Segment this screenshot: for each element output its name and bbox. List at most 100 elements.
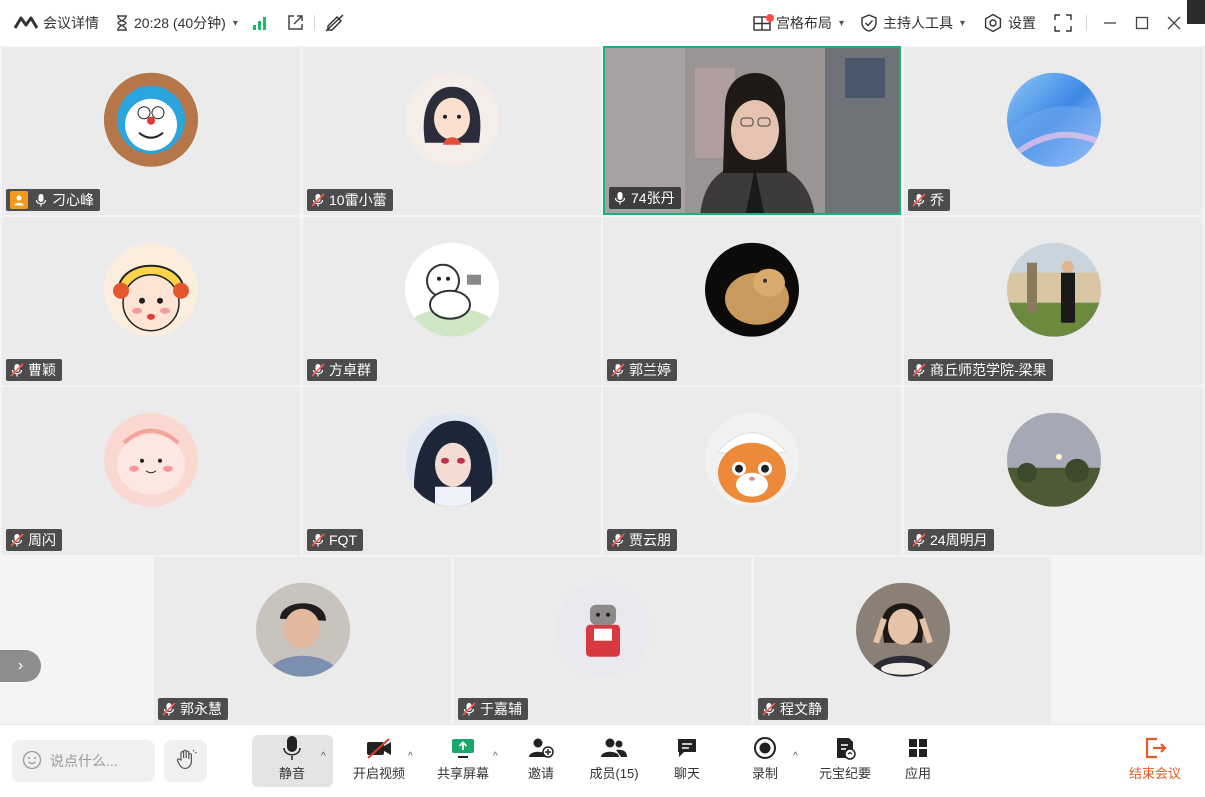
record-options-chevron-icon[interactable]: ^ <box>793 751 798 762</box>
avatar <box>104 412 198 507</box>
chat-quick-input[interactable]: 说点什么... <box>12 740 155 782</box>
meeting-minutes-button[interactable]: 元宝纪要 <box>816 733 874 789</box>
participant-tile[interactable]: FQT <box>303 387 601 555</box>
participant-tile[interactable]: 乔 <box>904 47 1203 215</box>
microphone-muted-icon <box>611 363 625 377</box>
participant-name: 74张丹 <box>631 190 675 206</box>
share-screen-icon <box>450 733 476 763</box>
popout-button[interactable] <box>286 0 304 46</box>
layout-button[interactable]: 宫格布局 ▾ <box>753 0 844 46</box>
start-video-button[interactable]: 开启视频 <box>350 733 408 789</box>
participant-tile[interactable]: 周闪 <box>2 387 300 555</box>
raise-hand-icon <box>175 748 197 775</box>
participant-tile[interactable]: 商丘师范学院-梁果 <box>904 217 1203 385</box>
apps-label: 应用 <box>904 766 931 781</box>
screen-annotation-button[interactable] <box>325 0 345 46</box>
microphone-muted-icon <box>10 533 24 547</box>
share-options-chevron-icon[interactable]: ^ <box>493 751 498 762</box>
minimize-button[interactable] <box>1103 0 1117 46</box>
settings-button[interactable]: 设置 <box>983 0 1036 46</box>
maximize-button[interactable] <box>1135 0 1149 46</box>
invite-button[interactable]: 邀请 <box>526 733 556 789</box>
participant-video-tile-active[interactable]: 74张丹 <box>603 46 901 215</box>
microphone-muted-icon <box>10 363 24 377</box>
ai-minutes-icon <box>833 733 857 763</box>
add-user-icon <box>528 733 554 763</box>
meeting-timer[interactable]: 20:28 (40分钟) ▾ <box>115 0 238 46</box>
participant-tile[interactable]: 24周明月 <box>904 387 1203 555</box>
participant-nametag: 曹颖 <box>6 359 62 381</box>
participant-name: 曹颖 <box>28 362 56 378</box>
participant-nametag: 74张丹 <box>609 187 681 209</box>
microphone-muted-icon <box>912 533 926 547</box>
meeting-details-label: 会议详情 <box>43 15 99 31</box>
participant-tile[interactable]: 郭兰婷 <box>603 217 901 385</box>
participant-tile[interactable]: 郭永慧 <box>154 557 451 724</box>
participant-tile[interactable]: 10雷小蕾 <box>303 47 601 215</box>
apps-grid-icon <box>907 733 929 763</box>
participant-tile[interactable]: 贾云朋 <box>603 387 901 555</box>
microphone-on-icon <box>34 193 48 207</box>
chevron-right-icon: › <box>17 657 24 674</box>
close-button[interactable] <box>1167 0 1181 46</box>
chevron-down-icon: ▾ <box>232 17 238 29</box>
chevron-down-icon: ▾ <box>838 17 844 29</box>
participant-name: 郭永慧 <box>180 701 222 717</box>
microphone-muted-icon <box>311 193 325 207</box>
record-button[interactable]: 录制 <box>750 733 780 789</box>
meeting-details-button[interactable]: 会议详情 <box>14 0 99 46</box>
avatar <box>405 412 499 507</box>
fullscreen-icon <box>1054 14 1072 32</box>
participant-tile[interactable]: 程文静 <box>754 557 1051 724</box>
audio-options-chevron-icon[interactable]: ^ <box>321 751 326 762</box>
participant-nametag: 程文静 <box>758 698 828 720</box>
microphone-muted-icon <box>311 363 325 377</box>
settings-label: 设置 <box>1008 15 1036 31</box>
participant-nametag: 刁心峰 <box>6 189 100 211</box>
expand-sidebar-button[interactable]: › <box>0 650 41 682</box>
participant-nametag: 10雷小蕾 <box>307 189 393 211</box>
mute-button[interactable]: 静音 <box>272 733 312 789</box>
record-icon <box>753 733 777 763</box>
meeting-minutes-label: 元宝纪要 <box>818 766 871 781</box>
members-icon <box>600 733 628 763</box>
video-options-chevron-icon[interactable]: ^ <box>408 751 413 762</box>
participant-nametag: 郭永慧 <box>158 698 228 720</box>
avatar <box>555 582 650 677</box>
video-off-icon <box>365 733 393 763</box>
microphone-muted-icon <box>311 533 325 547</box>
raise-hand-button[interactable] <box>164 740 207 782</box>
participant-nametag: 方卓群 <box>307 359 377 381</box>
microphone-muted-icon <box>912 193 926 207</box>
participant-name: 郭兰婷 <box>629 362 671 378</box>
participant-nametag: FQT <box>307 529 363 551</box>
external-link-icon <box>286 14 304 32</box>
host-tools-button[interactable]: 主持人工具 ▾ <box>860 0 965 46</box>
participant-tile[interactable]: 于嘉辅 <box>454 557 751 724</box>
participant-tile[interactable]: 刁心峰 <box>2 47 300 215</box>
share-screen-button[interactable]: 共享屏幕 <box>436 733 490 789</box>
microphone-muted-icon <box>162 702 176 716</box>
emoji-icon <box>22 750 42 773</box>
end-meeting-label: 结束会议 <box>1128 766 1181 781</box>
fullscreen-button[interactable] <box>1054 0 1072 46</box>
tencent-meeting-logo-icon <box>14 16 38 30</box>
signal-strength-icon <box>252 16 268 30</box>
end-meeting-button[interactable]: 结束会议 <box>1127 733 1183 789</box>
apps-button[interactable]: 应用 <box>903 733 933 789</box>
chat-icon <box>675 733 699 763</box>
microphone-icon <box>282 733 302 763</box>
network-signal[interactable] <box>252 0 268 46</box>
avatar <box>705 242 799 337</box>
participant-tile[interactable]: 曹颖 <box>2 217 300 385</box>
host-tools-label: 主持人工具 <box>882 15 953 31</box>
divider <box>1086 15 1087 31</box>
mute-label: 静音 <box>278 766 305 781</box>
microphone-on-icon <box>613 191 627 205</box>
members-button[interactable]: 成员(15) <box>586 733 642 789</box>
participant-name: 24周明月 <box>930 532 988 548</box>
close-icon <box>1167 16 1181 30</box>
chat-button[interactable]: 聊天 <box>672 733 702 789</box>
participant-tile[interactable]: 方卓群 <box>303 217 601 385</box>
participant-grid: 刁心峰 10雷小蕾 74张丹 乔 曹颖 方卓群 郭兰婷 商丘师范学院-梁果 周闪… <box>0 46 1205 771</box>
